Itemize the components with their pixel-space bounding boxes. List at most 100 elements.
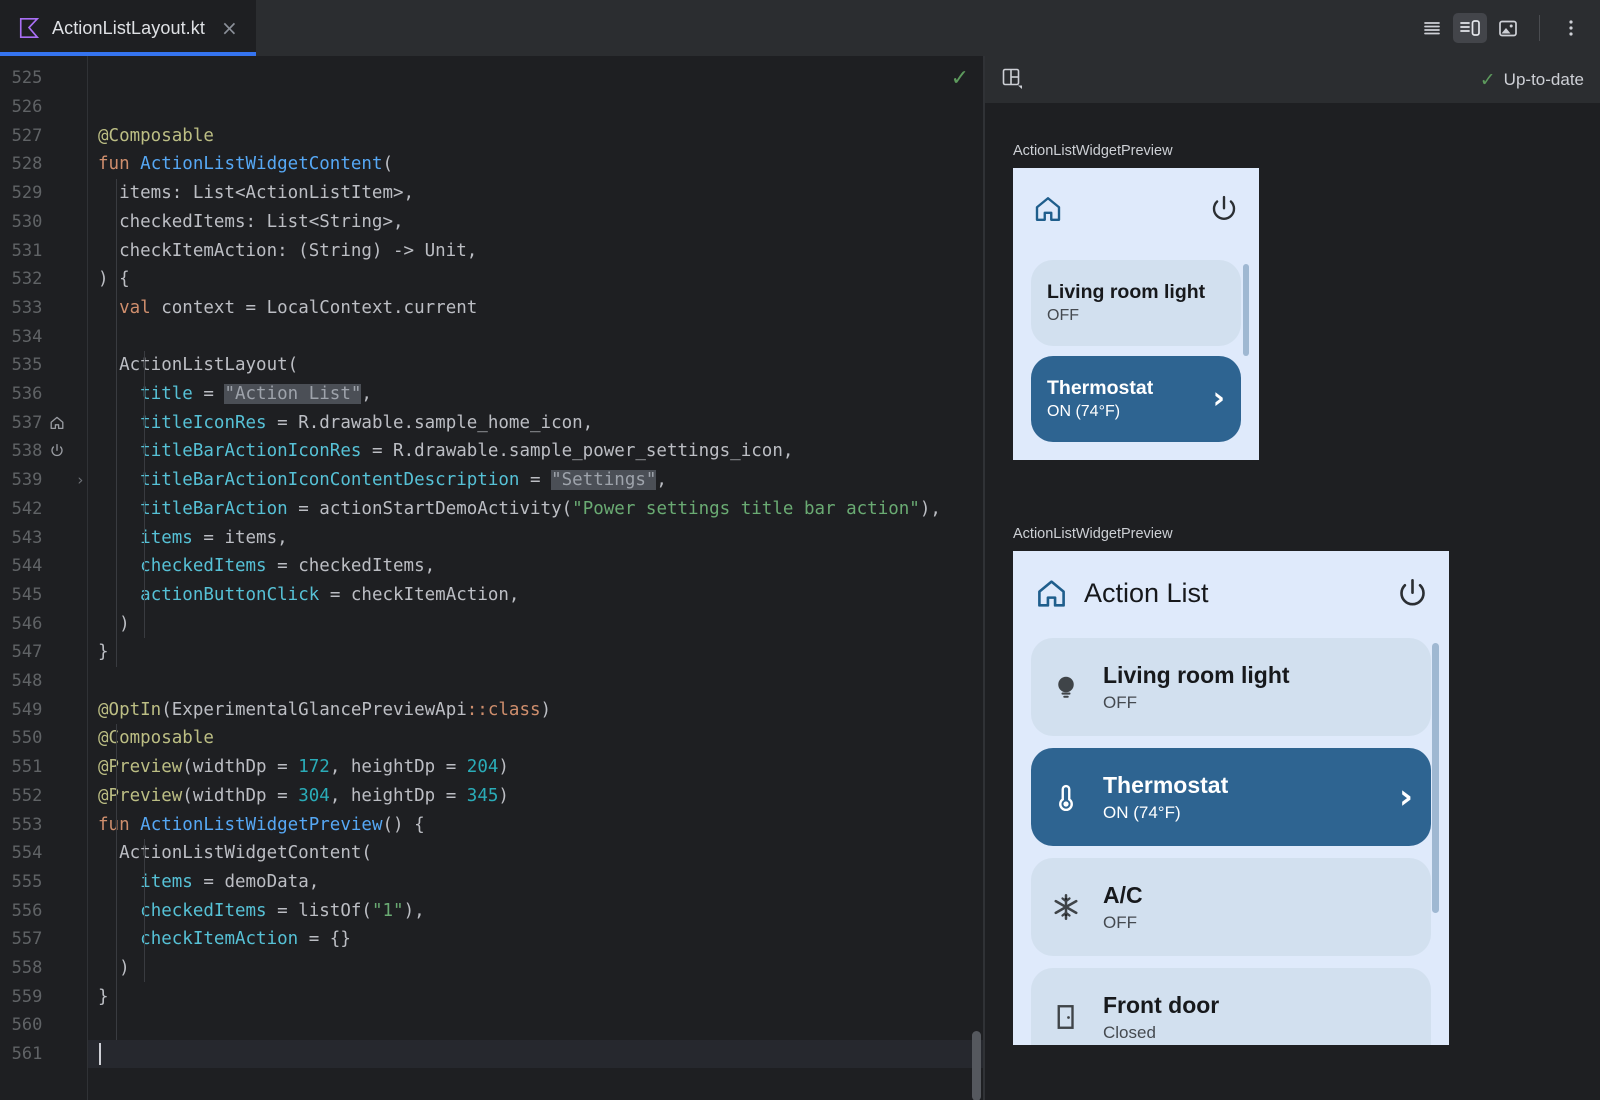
gutter-row[interactable]: 539› [0,466,88,495]
code-line[interactable]: ActionListWidgetContent( [88,839,985,868]
code-line[interactable]: checkedItems = listOf("1"), [88,896,985,925]
gutter-row[interactable]: 532 [0,265,88,294]
gutter-row[interactable]: 536 [0,380,88,409]
code-line[interactable]: } [88,982,985,1011]
editor-scrollbar-thumb[interactable] [972,1031,981,1100]
gutter-row[interactable]: 542 [0,495,88,524]
gutter-row[interactable]: 538 [0,437,88,466]
gutter-row[interactable]: 546 [0,609,88,638]
code-line[interactable]: @Preview(widthDp = 172, heightDp = 204) [88,753,985,782]
home-icon[interactable] [1035,577,1068,610]
code-line[interactable]: ) { [88,265,985,294]
fold-chevron-icon[interactable]: › [73,471,88,489]
widget-row[interactable]: A/COFF [1031,858,1431,956]
chevron-right-icon[interactable]: › [1399,780,1431,814]
gutter-row[interactable]: 557 [0,925,88,954]
gutter-row[interactable]: 552 [0,782,88,811]
code-line[interactable]: checkedItems: List<String>, [88,208,985,237]
gutter-row[interactable]: 544 [0,552,88,581]
close-icon[interactable]: × [217,16,242,40]
widget-row[interactable]: ThermostatON (74°F)› [1031,356,1241,442]
code-line[interactable]: titleBarActionIconContentDescription = "… [88,466,985,495]
code-line[interactable]: ) [88,609,985,638]
code-content[interactable]: @Composablefun ActionListWidgetContent( … [88,56,985,1100]
code-line[interactable]: ActionListLayout( [88,351,985,380]
gutter-row[interactable]: 525 [0,64,88,93]
code-line[interactable]: ) [88,954,985,983]
code-line[interactable]: fun ActionListWidgetContent( [88,150,985,179]
gutter-row[interactable]: 537 [0,408,88,437]
gutter-row[interactable]: 531 [0,236,88,265]
code-line[interactable]: items = items, [88,523,985,552]
gutter-row[interactable]: 529 [0,179,88,208]
gutter-row[interactable]: 559 [0,982,88,1011]
gutter-row[interactable]: 543 [0,523,88,552]
gutter-row[interactable]: 535 [0,351,88,380]
line-number-gutter[interactable]: 5255265275285295305315325335345355365375… [0,56,88,1100]
widget-preview-small[interactable]: Living room lightOFF ThermostatON (74°F)› [1013,168,1259,460]
gutter-row[interactable]: 533 [0,294,88,323]
code-line[interactable]: titleBarActionIconRes = R.drawable.sampl… [88,437,985,466]
code-line[interactable]: checkedItems = checkedItems, [88,552,985,581]
power-icon[interactable] [1396,577,1429,610]
gutter-row[interactable]: 550 [0,724,88,753]
code-line[interactable] [88,1040,985,1069]
code-line[interactable] [88,322,985,351]
code-line[interactable]: } [88,638,985,667]
code-line[interactable]: checkItemAction: (String) -> Unit, [88,236,985,265]
widget-row[interactable]: Front doorClosed [1031,968,1431,1045]
tab-action-list-layout[interactable]: ActionListLayout.kt × [0,0,256,56]
code-view-icon[interactable] [1415,13,1449,43]
gutter-row[interactable]: 554 [0,839,88,868]
gutter-row[interactable]: 555 [0,868,88,897]
code-line[interactable]: items: List<ActionListItem>, [88,179,985,208]
gutter-row[interactable]: 560 [0,1011,88,1040]
power-icon[interactable] [1209,194,1239,229]
split-view-icon[interactable] [1453,13,1487,43]
gutter-row[interactable]: 545 [0,581,88,610]
code-line[interactable]: @Composable [88,121,985,150]
widget-row[interactable]: Living room lightOFF [1031,638,1431,736]
code-line[interactable] [88,667,985,696]
gutter-row[interactable]: 561 [0,1040,88,1069]
home-icon[interactable] [46,415,66,431]
gutter-row[interactable]: 528 [0,150,88,179]
widget-preview-large[interactable]: Action ListLiving room lightOFFThermosta… [1013,551,1449,1045]
widget-row[interactable]: ThermostatON (74°F)› [1031,748,1431,846]
chevron-right-icon[interactable]: › [1213,384,1241,414]
code-line[interactable]: actionButtonClick = checkItemAction, [88,581,985,610]
more-options-icon[interactable] [1554,13,1588,43]
gutter-row[interactable]: 551 [0,753,88,782]
code-line[interactable]: checkItemAction = {} [88,925,985,954]
gutter-row[interactable]: 553 [0,810,88,839]
code-line[interactable] [88,93,985,122]
design-view-icon[interactable] [1491,13,1525,43]
gutter-row[interactable]: 558 [0,954,88,983]
code-line[interactable]: items = demoData, [88,868,985,897]
code-editor[interactable]: 5255265275285295305315325335345355365375… [0,56,985,1100]
code-line[interactable]: titleIconRes = R.drawable.sample_home_ic… [88,408,985,437]
gutter-row[interactable]: 548 [0,667,88,696]
gutter-row[interactable]: 556 [0,896,88,925]
gutter-row[interactable]: 549 [0,695,88,724]
code-line[interactable]: @Preview(widthDp = 304, heightDp = 345) [88,782,985,811]
code-line[interactable]: @Composable [88,724,985,753]
home-icon[interactable] [1033,194,1063,229]
code-line[interactable]: @OptIn(ExperimentalGlancePreviewApi::cla… [88,695,985,724]
widget-list-scrollbar[interactable] [1432,643,1439,913]
gutter-row[interactable]: 527 [0,121,88,150]
code-line[interactable] [88,1011,985,1040]
code-line[interactable] [88,64,985,93]
widget-list-scrollbar[interactable] [1243,264,1249,356]
gutter-row[interactable]: 547 [0,638,88,667]
power-icon[interactable] [46,443,66,459]
code-line[interactable]: fun ActionListWidgetPreview() { [88,810,985,839]
widget-row[interactable]: Living room lightOFF [1031,260,1241,346]
gutter-row[interactable]: 526 [0,93,88,122]
gutter-row[interactable]: 530 [0,208,88,237]
gallery-layout-icon[interactable] [1001,67,1023,94]
gutter-row[interactable]: 534 [0,322,88,351]
code-line[interactable]: title = "Action List", [88,380,985,409]
inspection-status-icon[interactable]: ✓ [951,66,969,91]
code-line[interactable]: val context = LocalContext.current [88,294,985,323]
